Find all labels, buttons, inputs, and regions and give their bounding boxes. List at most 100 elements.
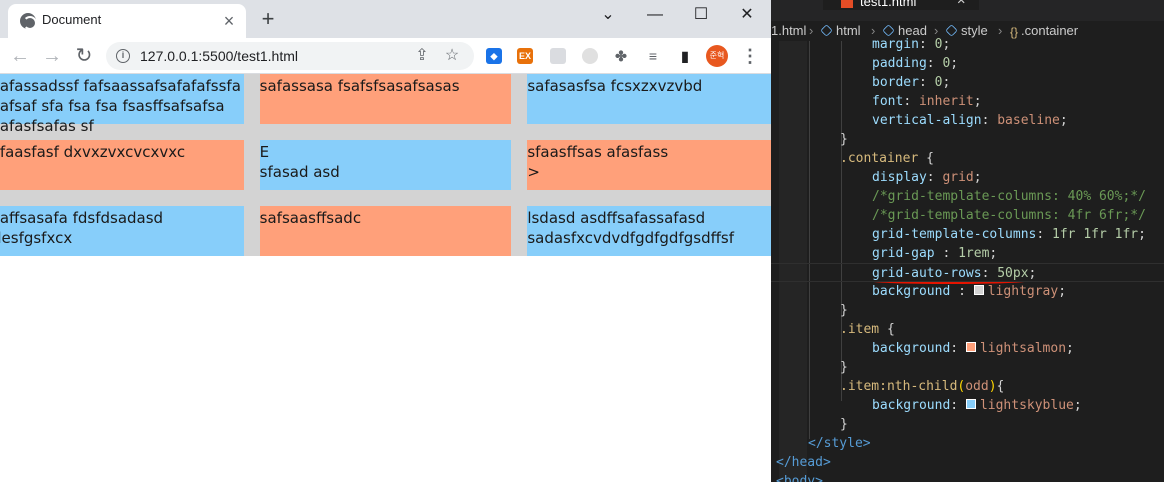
code-token: : <box>903 94 919 109</box>
close-editor-tab-icon[interactable]: ✕ <box>957 0 965 8</box>
browser-toolbar: ← → ↻ i 127.0.0.1:5500/test1.html ⇪ ☆ ◆ … <box>0 38 771 74</box>
code-token: .item <box>840 322 880 337</box>
code-token: /*grid-template-columns: 4fr 6fr;*/ <box>872 208 1146 223</box>
code-token: vertical-align <box>872 113 982 128</box>
browser-tab[interactable]: Document × <box>8 4 246 38</box>
code-token: background <box>872 341 951 356</box>
code-token: lightsalmon <box>979 341 1067 356</box>
color-swatch-icon[interactable] <box>973 285 984 295</box>
code-line[interactable]: display: grid; <box>771 168 1164 187</box>
side-panel-icon[interactable]: ▮ <box>677 48 693 64</box>
editor-tab-title: test1.html <box>860 0 917 9</box>
tab-title: Document <box>42 12 102 27</box>
code-line[interactable]: font: inherit; <box>771 92 1164 111</box>
code-line[interactable]: /*grid-template-columns: 40% 60%;*/ <box>771 187 1164 206</box>
code-line[interactable]: /*grid-template-columns: 4fr 6fr;*/ <box>771 206 1164 225</box>
address-bar[interactable]: i 127.0.0.1:5500/test1.html ⇪ ☆ <box>106 42 474 70</box>
code-token: grid-auto-rows <box>872 266 982 281</box>
code-token: body <box>783 474 816 482</box>
code-line[interactable]: </style> <box>771 434 1164 453</box>
code-token: ; <box>1066 341 1074 356</box>
code-token: baseline <box>997 113 1060 128</box>
back-button[interactable]: ← <box>7 43 33 69</box>
extension-shield-icon[interactable]: ◆ <box>486 48 502 64</box>
code-line[interactable]: background : lightgray; <box>771 282 1164 301</box>
code-token: ; <box>973 94 982 109</box>
extension-circle-icon[interactable] <box>582 48 598 64</box>
code-token: > <box>815 474 823 482</box>
code-line[interactable]: } <box>771 415 1164 434</box>
code-token: { <box>879 322 895 337</box>
grid-item-6: sfaasffsas afasfass > <box>527 140 771 190</box>
code-token: padding <box>872 56 927 71</box>
forward-button[interactable]: → <box>39 43 65 69</box>
code-line[interactable]: .container { <box>771 149 1164 168</box>
code-line[interactable]: grid-template-columns: 1fr 1fr 1fr; <box>771 225 1164 244</box>
code-line[interactable]: background: lightsalmon; <box>771 339 1164 358</box>
code-token: ) <box>988 379 997 394</box>
reload-button[interactable]: ↻ <box>71 43 97 69</box>
code-token: odd <box>965 379 989 394</box>
close-window-button[interactable]: ✕ <box>724 0 770 30</box>
browser-window: Document × + ⌄ — ☐ ✕ ← → ↻ i 127.0.0.1:5… <box>0 0 771 482</box>
grid-item-7: saffsasafa fdsfdsadasd desfgsfxcx <box>0 206 244 256</box>
grid-item-9: lsdasd asdffsafassafasd sadasfxcvdvdfgdf… <box>527 206 771 256</box>
editor-tab[interactable]: test1.html ✕ <box>823 0 979 10</box>
code-line[interactable]: .item { <box>771 320 1164 339</box>
code-line[interactable]: border: 0; <box>771 73 1164 92</box>
code-token: inherit <box>918 94 974 109</box>
code-line[interactable]: padding: 0; <box>771 54 1164 73</box>
code-token: } <box>840 360 848 375</box>
code-token: ; <box>1138 227 1146 242</box>
code-line[interactable]: vertical-align: baseline; <box>771 111 1164 130</box>
code-line[interactable]: margin: 0; <box>771 35 1164 54</box>
code-token: : <box>950 284 974 299</box>
code-token: : <box>918 75 935 90</box>
code-line[interactable]: } <box>771 358 1164 377</box>
color-swatch-icon[interactable] <box>965 342 976 352</box>
browser-menu-icon[interactable]: ⋮ <box>740 44 760 68</box>
code-area[interactable]: margin: 0; padding: 0; border: 0; font: inh… <box>771 37 1164 482</box>
code-line[interactable]: background: lightskyblue; <box>771 396 1164 415</box>
url-text: 127.0.0.1:5500/test1.html <box>140 48 298 64</box>
new-tab-button[interactable]: + <box>256 7 280 31</box>
code-token: 50px <box>997 266 1029 281</box>
code-line[interactable]: <body> <box>771 472 1164 482</box>
extensions-puzzle-icon[interactable]: ✤ <box>613 48 629 64</box>
media-control-icon[interactable]: ≡ <box>645 48 661 64</box>
code-token: ; <box>1073 398 1082 413</box>
code-token: { <box>918 151 934 166</box>
code-token: margin <box>872 37 919 52</box>
extension-grid-icon[interactable] <box>550 48 566 64</box>
globe-icon <box>20 13 37 30</box>
code-line[interactable]: } <box>771 301 1164 320</box>
grid-item-8: safsaasffsadc <box>259 206 512 256</box>
code-token: : <box>918 37 935 52</box>
code-token: ; <box>1058 284 1067 299</box>
code-line[interactable]: grid-gap : 1rem; <box>771 244 1164 263</box>
code-token: background <box>872 284 951 299</box>
code-token: } <box>840 303 848 318</box>
profile-avatar[interactable]: 준혁 <box>706 45 728 67</box>
minimize-button[interactable]: — <box>632 0 678 30</box>
color-swatch-icon[interactable] <box>965 399 976 409</box>
maximize-button[interactable]: ☐ <box>678 0 724 30</box>
bookmark-star-icon[interactable]: ☆ <box>442 46 462 66</box>
code-token: border <box>872 75 919 90</box>
code-token: : <box>981 113 998 128</box>
code-line[interactable]: grid-auto-rows: 50px; <box>771 263 1164 282</box>
code-token: .container <box>840 151 919 166</box>
code-line[interactable]: } <box>771 130 1164 149</box>
code-line[interactable]: .item:nth-child(odd){ <box>771 377 1164 396</box>
code-token: </ <box>808 436 824 451</box>
extension-ex-icon[interactable]: EX <box>517 48 533 64</box>
grid-container: safassadssf fafsaassafsafafafssfa safsaf… <box>0 74 771 256</box>
grid-item-1: safassadssf fafsaassafsafafafssfa safsaf… <box>0 74 244 135</box>
site-info-icon[interactable]: i <box>116 49 130 63</box>
code-token: </ <box>776 455 792 470</box>
code-line[interactable]: </head> <box>771 453 1164 472</box>
close-tab-icon[interactable]: × <box>220 12 238 30</box>
code-token: > <box>822 455 831 470</box>
tab-search-chevron-icon[interactable]: ⌄ <box>585 0 631 30</box>
share-icon[interactable]: ⇪ <box>412 46 432 66</box>
